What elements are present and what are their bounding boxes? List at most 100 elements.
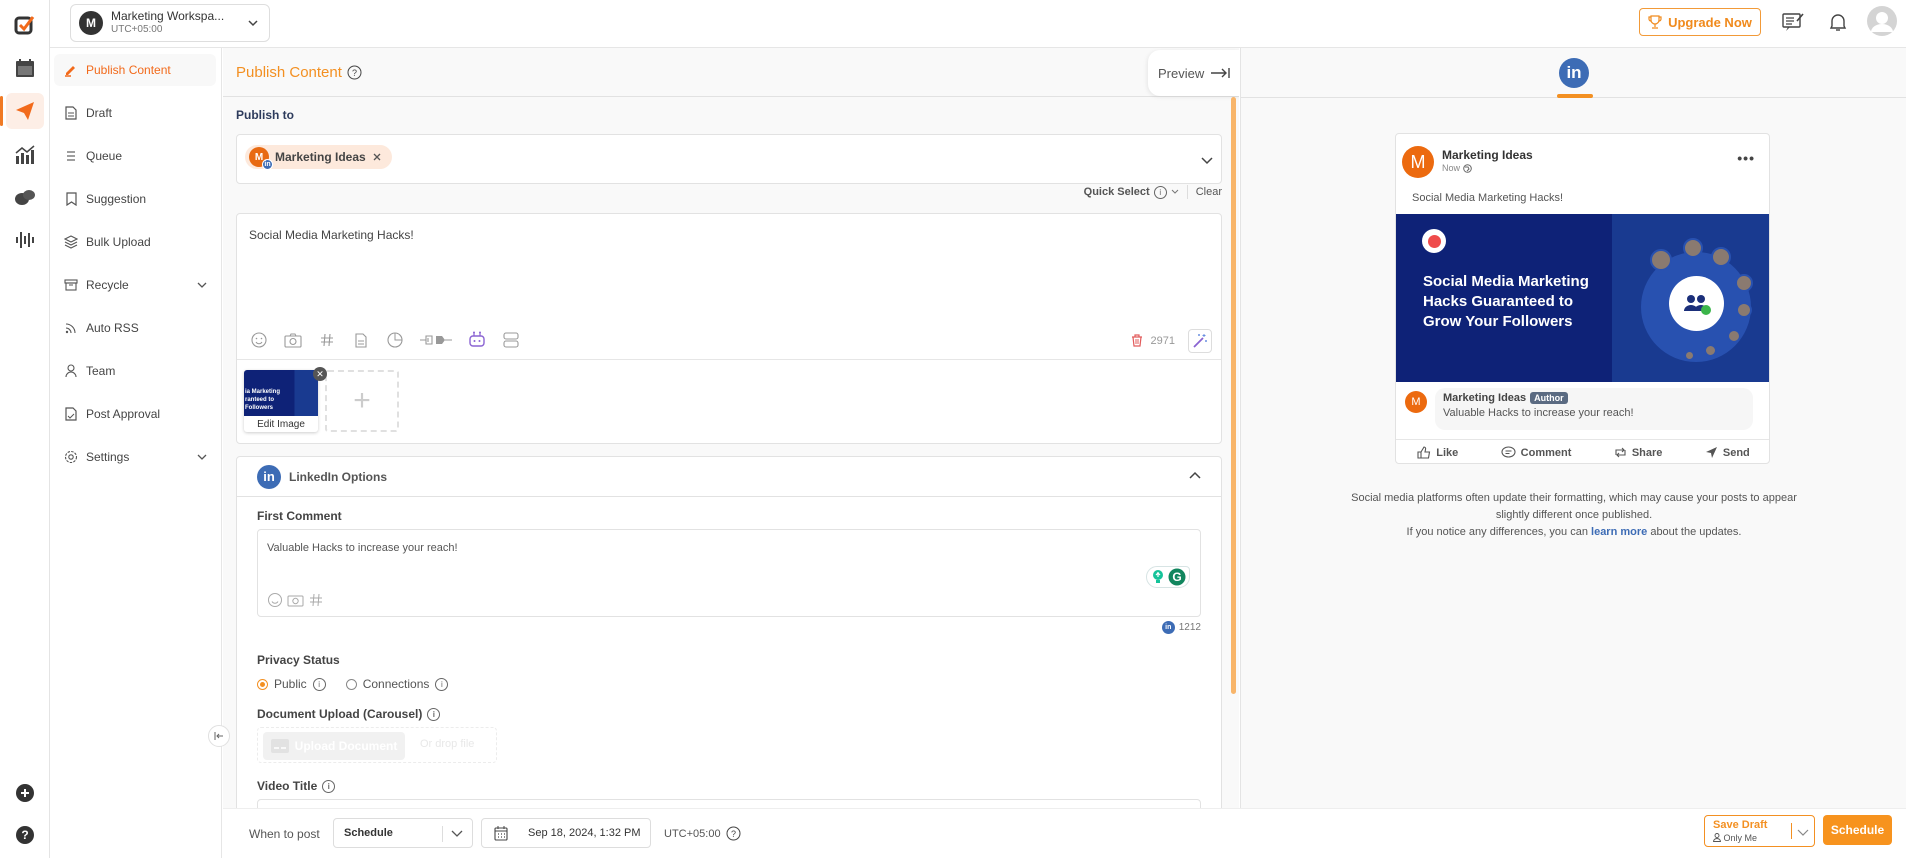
bookmark-icon: [65, 192, 77, 206]
media-button[interactable]: [283, 330, 303, 350]
composer-toolbar: [249, 330, 521, 350]
user-avatar[interactable]: [1867, 6, 1897, 36]
app-logo[interactable]: [6, 6, 44, 42]
collapse-left-icon: [214, 732, 223, 740]
save-draft-button[interactable]: Save Draft Only Me: [1704, 815, 1815, 847]
privacy-public-radio[interactable]: [257, 678, 268, 690]
remove-account-icon[interactable]: [372, 152, 382, 162]
chevron-up-icon[interactable]: [1189, 471, 1201, 479]
sidebar-item-team[interactable]: Team: [54, 355, 216, 387]
emoji-icon[interactable]: [267, 592, 283, 608]
preview-toggle-button[interactable]: Preview: [1148, 50, 1239, 96]
comment-icon: [1501, 446, 1516, 458]
when-to-post-select[interactable]: Schedule: [333, 818, 473, 848]
info-icon[interactable]: i: [427, 707, 441, 721]
first-comment-input[interactable]: Valuable Hacks to increase your reach!: [267, 542, 458, 554]
hashtag-icon[interactable]: [309, 592, 323, 608]
preview-panel: in M Marketing Ideas Now ••• Social Medi…: [1240, 48, 1906, 808]
publish-to-label: Publish to: [236, 108, 294, 122]
schedule-date-picker[interactable]: Sep 18, 2024, 1:32 PM: [481, 818, 651, 848]
rail-add[interactable]: [6, 775, 44, 811]
integrations-button[interactable]: [419, 330, 453, 350]
poll-button[interactable]: [385, 330, 405, 350]
template-button[interactable]: [351, 330, 371, 350]
chevron-down-icon[interactable]: [1201, 155, 1213, 165]
layers-icon: [64, 235, 78, 249]
avatar-icon: [1867, 6, 1897, 36]
quick-select-button[interactable]: Quick Select: [1084, 186, 1150, 198]
linkedin-preview-tab[interactable]: in: [1559, 58, 1589, 88]
sidebar-item-settings[interactable]: Settings: [54, 441, 216, 473]
info-icon[interactable]: i: [322, 779, 336, 793]
sidebar-item-suggestion[interactable]: Suggestion: [54, 183, 216, 215]
grammarly-widget[interactable]: G: [1146, 566, 1190, 588]
add-media-button[interactable]: +: [325, 370, 399, 432]
remove-image-button[interactable]: ✕: [313, 367, 327, 381]
sidebar-item-draft[interactable]: Draft: [54, 97, 216, 129]
clear-button[interactable]: Clear: [1196, 186, 1222, 198]
learn-more-link[interactable]: learn more: [1591, 526, 1647, 538]
privacy-connections-radio[interactable]: [345, 678, 357, 690]
hashtag-button[interactable]: [317, 330, 337, 350]
sidebar-item-recycle[interactable]: Recycle: [54, 269, 216, 301]
info-icon[interactable]: i: [312, 677, 326, 691]
account-selector[interactable]: Min Marketing Ideas: [236, 134, 1222, 184]
upload-document-button[interactable]: Upload Document: [263, 732, 405, 760]
document-upload-dropzone[interactable]: Upload Document Or drop file: [257, 727, 497, 763]
compose-feedback-button[interactable]: [1782, 12, 1804, 32]
rail-analytics[interactable]: [6, 137, 44, 173]
sidebar-item-bulk-upload[interactable]: Bulk Upload: [54, 226, 216, 258]
video-title-input[interactable]: [257, 799, 1201, 808]
notifications-button[interactable]: [1828, 12, 1848, 32]
preview-account-name: Marketing Ideas: [1442, 148, 1533, 162]
help-circle-icon: ?: [16, 826, 34, 844]
trash-icon[interactable]: [1131, 334, 1143, 347]
preview-time: Now: [1442, 163, 1472, 173]
sidebar-item-publish-content[interactable]: Publish Content: [54, 54, 216, 86]
help-icon[interactable]: ?: [726, 826, 741, 841]
linkedin-options-header[interactable]: in LinkedIn Options: [237, 457, 1221, 497]
sidebar-item-queue[interactable]: Queue: [54, 140, 216, 172]
rail-listening[interactable]: [6, 222, 44, 258]
video-title-label: Video Title: [257, 779, 318, 793]
chevron-down-icon[interactable]: [1797, 827, 1809, 837]
collapse-sidebar-button[interactable]: [208, 725, 230, 747]
post-text-input[interactable]: Social Media Marketing Hacks!: [249, 228, 414, 242]
more-options-icon[interactable]: •••: [1737, 150, 1755, 166]
top-bar: M Marketing Workspa... UTC+05:00 Upgrade…: [50, 0, 1906, 48]
pie-chart-icon: [387, 332, 403, 348]
info-icon[interactable]: i: [435, 677, 449, 691]
publish-editor: Publish Content ? Preview Publish to Min…: [223, 48, 1239, 808]
sidebar-item-post-approval[interactable]: Post Approval: [54, 398, 216, 430]
hashtag-icon: [321, 333, 333, 347]
privacy-connections-label: Connections: [362, 677, 430, 691]
preview-image-headline: Social Media Marketing Hacks Guaranteed …: [1423, 273, 1589, 330]
emoji-icon: [251, 332, 267, 348]
edit-image-button[interactable]: Edit Image: [244, 416, 318, 432]
chevron-down-icon[interactable]: [1171, 189, 1179, 195]
help-icon[interactable]: ?: [347, 65, 362, 80]
archive-icon: [64, 279, 78, 291]
svg-text:G: G: [1172, 570, 1181, 584]
rail-publish[interactable]: [6, 93, 44, 129]
info-icon[interactable]: i: [1153, 185, 1167, 199]
workspace-selector[interactable]: M Marketing Workspa... UTC+05:00: [70, 4, 270, 42]
ai-assistant-button[interactable]: [467, 330, 487, 350]
sidebar-item-auto-rss[interactable]: Auto RSS: [54, 312, 216, 344]
first-comment-field[interactable]: Valuable Hacks to increase your reach! G: [257, 529, 1201, 617]
rail-inbox[interactable]: [6, 180, 44, 216]
upgrade-now-button[interactable]: Upgrade Now: [1639, 8, 1761, 36]
sidebar-item-label: Publish Content: [86, 63, 171, 77]
attached-image[interactable]: ia Marketing ranteed to Followers Edit I…: [244, 370, 318, 432]
editor-scrollbar[interactable]: [1231, 97, 1236, 694]
rail-help[interactable]: ?: [6, 817, 44, 853]
schedule-button[interactable]: Schedule: [1823, 815, 1892, 845]
preview-label: Preview: [1158, 65, 1205, 81]
calendar-icon: [16, 59, 34, 77]
rail-calendar[interactable]: [6, 50, 44, 86]
sidebar-item-label: Team: [86, 364, 116, 378]
layout-button[interactable]: [501, 330, 521, 350]
camera-icon[interactable]: [287, 592, 305, 608]
emoji-button[interactable]: [249, 330, 269, 350]
ai-rewrite-button[interactable]: [1188, 329, 1212, 353]
